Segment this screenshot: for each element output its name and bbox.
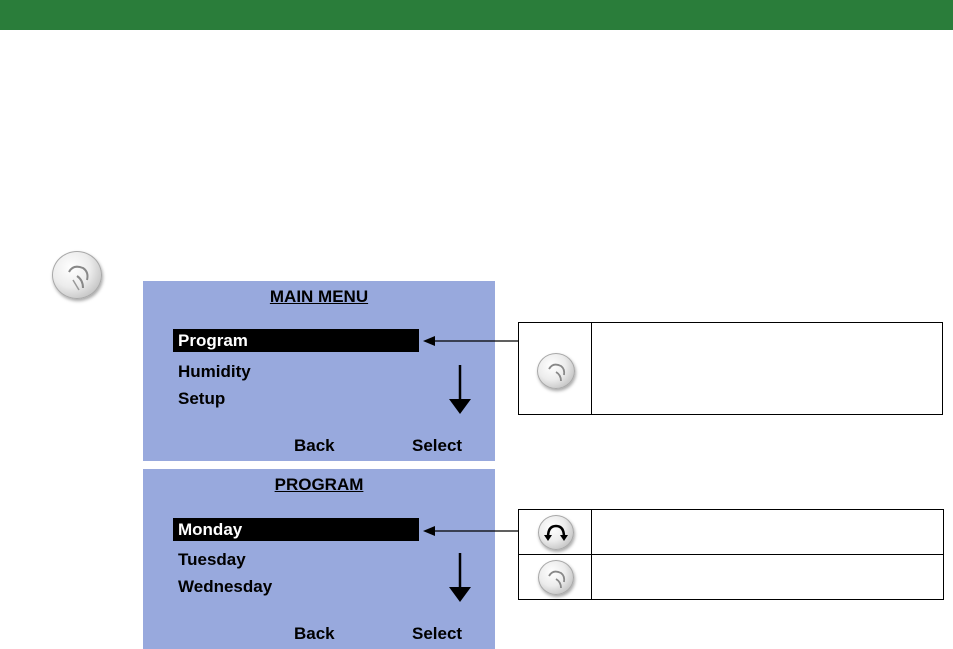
main-menu-screen: MAIN MENU Program Humidity Setup Back Se… — [143, 281, 495, 461]
callout-divider — [591, 323, 592, 414]
menu-item-tuesday[interactable]: Tuesday — [173, 548, 419, 571]
select-softkey[interactable]: Select — [412, 436, 462, 456]
screen-title: PROGRAM — [274, 475, 364, 494]
menu-item-program[interactable]: Program — [173, 329, 419, 352]
press-knob-icon — [538, 560, 574, 595]
screen-title: MAIN MENU — [269, 287, 369, 306]
arrow-down-icon — [449, 365, 471, 414]
select-softkey[interactable]: Select — [412, 624, 462, 644]
header-bar — [0, 0, 953, 30]
program-screen: PROGRAM Monday Tuesday Wednesday Back Se… — [143, 469, 495, 649]
rotate-knob-icon — [538, 515, 574, 550]
menu-item-humidity[interactable]: Humidity — [173, 360, 419, 383]
press-knob-icon — [537, 353, 575, 389]
menu-item-monday[interactable]: Monday — [173, 518, 419, 541]
back-softkey[interactable]: Back — [294, 624, 335, 644]
menu-item-setup[interactable]: Setup — [173, 387, 419, 410]
back-softkey[interactable]: Back — [294, 436, 335, 456]
callout-row-divider — [519, 554, 943, 555]
press-instruction-callout — [518, 322, 943, 415]
menu-item-wednesday[interactable]: Wednesday — [173, 575, 419, 598]
rotate-press-instruction-callout — [518, 509, 944, 600]
arrow-down-icon — [449, 553, 471, 602]
press-knob-icon — [52, 251, 102, 299]
